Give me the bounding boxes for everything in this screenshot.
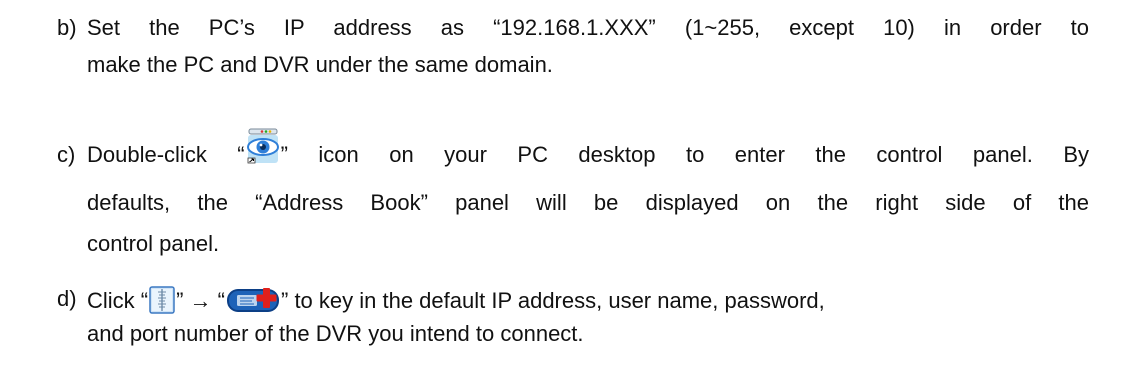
text-segment: Double-click “ [87,142,245,167]
address-book-icon [149,286,175,314]
text-segment: ” → “ [176,288,225,313]
paragraph-line: and port number of the DVR you intend to… [87,321,584,346]
paragraph-line: Click “ ” → “ ” to key in the default IP… [87,286,825,314]
paragraph-line: make the PC and DVR under the same domai… [87,52,553,77]
list-marker: c) [57,142,76,167]
add-device-icon [226,286,280,314]
paragraph-line: Set the PC’s IP address as “192.168.1.XX… [87,15,1089,40]
text-segment: Click “ [87,288,149,313]
paragraph-line: control panel. [87,231,220,256]
list-marker: b) [57,15,77,40]
video-viewer-eye-icon [246,128,280,166]
text-segment: ” icon on your PC desktop to enter the c… [280,142,1089,167]
paragraph-line: defaults, the “Address Book” panel will … [87,190,1089,215]
list-marker: d) [57,286,77,311]
text-segment: ” to key in the default IP address, user… [281,288,825,313]
paragraph-line: Double-click “ ” icon on your PC desktop… [87,128,1089,168]
